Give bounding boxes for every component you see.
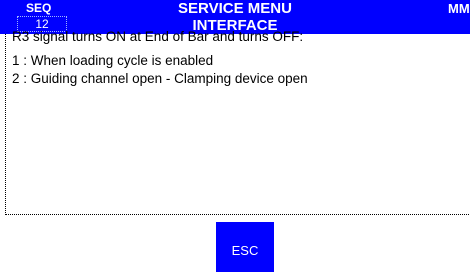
esc-button[interactable]: ESC bbox=[216, 222, 274, 272]
message-line-1: R3 signal turns ON at End of Bar and tur… bbox=[12, 29, 304, 44]
message-panel: R3 signal turns ON at End of Bar and tur… bbox=[5, 29, 470, 215]
message-line-2: 1 : When loading cycle is enabled bbox=[12, 53, 214, 68]
mode-indicator: MM bbox=[448, 1, 470, 16]
message-line-3: 2 : Guiding channel open - Clamping devi… bbox=[12, 71, 308, 86]
page-title: SERVICE MENU bbox=[178, 0, 292, 17]
